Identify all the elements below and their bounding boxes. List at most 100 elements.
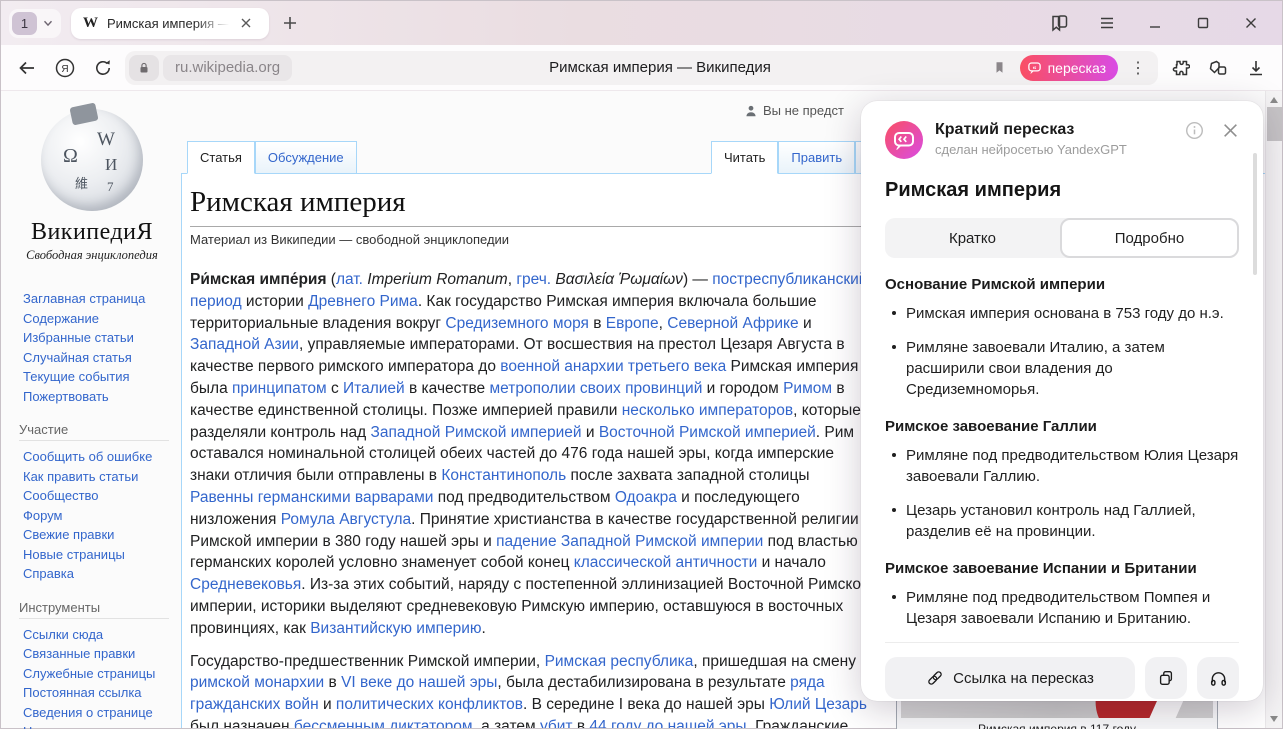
sidebar-link[interactable]: Служебные страницы bbox=[23, 664, 173, 684]
summary-article-title: Римская империя bbox=[885, 179, 1239, 202]
sidebar-link[interactable]: Сведения о странице bbox=[23, 703, 173, 723]
sidebar-link[interactable]: Избранные статьи bbox=[23, 328, 173, 348]
wikipedia-logo[interactable]: W Ω И 維 7 bbox=[41, 109, 143, 211]
copy-icon bbox=[1157, 669, 1175, 687]
article-link[interactable]: римской монархии bbox=[190, 674, 324, 691]
summary-section-heading: Основание Римской империи bbox=[885, 276, 1239, 293]
summary-link-button[interactable]: Ссылка на пересказ bbox=[885, 657, 1135, 699]
wiki-tab[interactable]: Править bbox=[778, 141, 855, 174]
bookmark-icon[interactable] bbox=[988, 52, 1012, 84]
article-link[interactable]: 44 году до нашей эры bbox=[589, 718, 746, 728]
scroll-up-arrow[interactable] bbox=[1270, 97, 1278, 103]
minimize-icon[interactable] bbox=[1138, 8, 1172, 38]
article-text: . В середине I века до нашей эры bbox=[523, 696, 769, 713]
article-link[interactable]: Западной Римской империей bbox=[371, 424, 582, 441]
ssl-lock-icon[interactable] bbox=[129, 55, 159, 81]
article-link[interactable]: Римом bbox=[783, 380, 832, 397]
info-icon[interactable] bbox=[1185, 121, 1204, 140]
wiki-tab[interactable]: Статья bbox=[187, 141, 255, 174]
article-link[interactable]: VI веке до нашей эры bbox=[341, 674, 497, 691]
panel-scrollbar-thumb[interactable] bbox=[1253, 153, 1257, 275]
article-link[interactable]: Западной Азии bbox=[190, 336, 299, 353]
yandex-home-icon[interactable]: Я bbox=[49, 52, 81, 84]
sidebar-link[interactable]: Ссылки сюда bbox=[23, 625, 173, 645]
article-link[interactable]: Европе bbox=[606, 315, 659, 332]
user-status[interactable]: Вы не предст bbox=[744, 103, 844, 118]
copy-button[interactable] bbox=[1145, 657, 1187, 699]
tab-count-menu[interactable]: 1 bbox=[9, 9, 61, 38]
article-link[interactable]: Константинополь bbox=[441, 467, 566, 484]
sidebar-link[interactable]: Случайная статья bbox=[23, 348, 173, 368]
chevron-down-icon bbox=[41, 16, 55, 30]
sidebar-link[interactable]: Новые страницы bbox=[23, 545, 173, 565]
article-link[interactable]: бессменным диктатором bbox=[294, 718, 473, 728]
article-link[interactable]: Средневековья bbox=[190, 576, 301, 593]
article-link[interactable]: военной анархии третьего века bbox=[500, 358, 726, 375]
sidebar-link[interactable]: Справка bbox=[23, 564, 173, 584]
sidebar-link[interactable]: Цитировать страницу bbox=[23, 722, 173, 729]
sidebar-link[interactable]: Текущие события bbox=[23, 367, 173, 387]
new-tab-button[interactable] bbox=[275, 8, 305, 38]
article-link[interactable]: Равенны bbox=[190, 489, 253, 506]
side-panel-icon[interactable] bbox=[1042, 8, 1076, 38]
sidebar-link[interactable]: Как править статьи bbox=[23, 467, 173, 487]
article-link[interactable]: Ромула Августула bbox=[281, 511, 411, 528]
address-bar[interactable]: ru.wikipedia.org Римская империя — Викип… bbox=[125, 51, 1158, 85]
maximize-icon[interactable] bbox=[1186, 8, 1220, 38]
sidebar-link[interactable]: Сообщить об ошибке bbox=[23, 447, 173, 467]
article-link[interactable]: Восточной Римской империей bbox=[599, 424, 816, 441]
page-title: Римская империя — Википедия bbox=[445, 59, 875, 76]
article-link[interactable]: Юлий Цезарь bbox=[769, 696, 867, 713]
article-link[interactable]: Древнего Рима bbox=[308, 293, 418, 310]
article-text: Государство-предшественник Римской импер… bbox=[190, 653, 545, 670]
address-bar-menu-icon[interactable]: ⋮ bbox=[1126, 58, 1150, 78]
mode-tab[interactable]: Кратко bbox=[885, 218, 1060, 258]
scrollbar-thumb[interactable] bbox=[1267, 107, 1282, 141]
article-text: Βασιλεία Ῥωμαίων bbox=[555, 271, 683, 288]
article-link[interactable]: греч. bbox=[516, 271, 551, 288]
page-scrollbar[interactable] bbox=[1265, 91, 1282, 728]
tab-close-icon[interactable] bbox=[231, 8, 261, 38]
wiki-tab[interactable]: Обсуждение bbox=[255, 141, 357, 174]
article-link[interactable]: Италией bbox=[343, 380, 405, 397]
close-panel-icon[interactable] bbox=[1222, 122, 1239, 139]
wiki-tagline: Свободная энциклопедия bbox=[11, 248, 173, 263]
article-link[interactable]: Византийскую империю bbox=[310, 620, 481, 637]
mode-tab[interactable]: Подробно bbox=[1060, 218, 1239, 258]
article-link[interactable]: Средиземного моря bbox=[445, 315, 589, 332]
menu-icon[interactable] bbox=[1090, 8, 1124, 38]
refresh-icon[interactable] bbox=[87, 52, 119, 84]
article-link[interactable]: политических конфликтов bbox=[336, 696, 523, 713]
close-window-icon[interactable] bbox=[1234, 8, 1268, 38]
sidebar-link[interactable]: Содержание bbox=[23, 309, 173, 329]
article-link[interactable]: Одоакра bbox=[615, 489, 677, 506]
article-link[interactable]: классической античности bbox=[574, 554, 757, 571]
article-link[interactable]: убит bbox=[540, 718, 573, 728]
listen-button[interactable] bbox=[1197, 657, 1239, 699]
article-link[interactable]: несколько императоров bbox=[622, 402, 793, 419]
article-link[interactable]: лат. bbox=[336, 271, 363, 288]
sidebar-link[interactable]: Пожертвовать bbox=[23, 387, 173, 407]
article-link[interactable]: германскими варварами bbox=[258, 489, 434, 506]
article-link[interactable]: Римская республика bbox=[545, 653, 694, 670]
scroll-down-arrow[interactable] bbox=[1270, 716, 1278, 722]
sidebar-link[interactable]: Сообщество bbox=[23, 486, 173, 506]
sidebar-link[interactable]: Постоянная ссылка bbox=[23, 683, 173, 703]
tab-strip: 1 W Римская империя — Википедия bbox=[1, 1, 1282, 45]
url-domain[interactable]: ru.wikipedia.org bbox=[163, 55, 292, 81]
summary-chip-button[interactable]: « пересказ bbox=[1020, 55, 1118, 81]
sidebar-link[interactable]: Свежие правки bbox=[23, 525, 173, 545]
sidebar-link[interactable]: Связанные правки bbox=[23, 644, 173, 664]
wiki-tab[interactable]: Читать bbox=[711, 141, 778, 174]
article-link[interactable]: Северной Африке bbox=[667, 315, 798, 332]
sidebar-link[interactable]: Форум bbox=[23, 506, 173, 526]
article-link[interactable]: падение Западной Римской империи bbox=[496, 533, 763, 550]
browser-tab[interactable]: W Римская империя — Википедия bbox=[71, 8, 269, 39]
back-icon[interactable] bbox=[11, 52, 43, 84]
downloads-icon[interactable] bbox=[1240, 52, 1272, 84]
article-link[interactable]: принципатом bbox=[232, 380, 327, 397]
extensions-puzzle-icon[interactable] bbox=[1164, 52, 1196, 84]
sidebar-link[interactable]: Заглавная страница bbox=[23, 289, 173, 309]
article-link[interactable]: метрополии своих провинций bbox=[489, 380, 702, 397]
collections-icon[interactable] bbox=[1202, 52, 1234, 84]
